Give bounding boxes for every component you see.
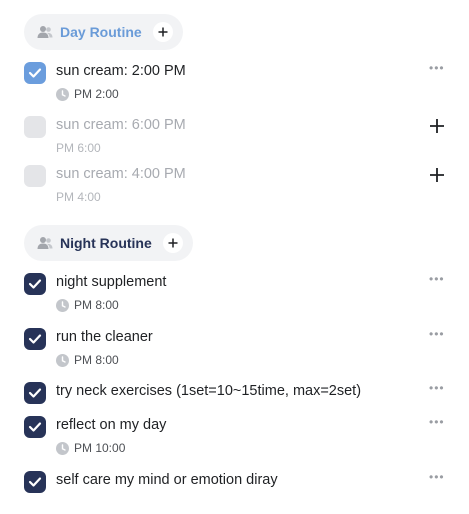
task-time-label: PM 10:00 xyxy=(74,441,126,455)
check-icon xyxy=(28,279,42,289)
task-time-label: PM 8:00 xyxy=(74,298,119,312)
task-checkbox[interactable] xyxy=(24,273,46,295)
task-checkbox[interactable] xyxy=(24,471,46,493)
night-routine-title: Night Routine xyxy=(60,235,152,251)
more-icon[interactable]: ••• xyxy=(429,273,445,285)
task-row: run the cleaner PM 8:00 ••• xyxy=(24,328,445,372)
more-icon[interactable]: ••• xyxy=(429,382,445,394)
task-time: PM 6:00 xyxy=(56,141,101,155)
plus-icon xyxy=(158,27,168,37)
task-title[interactable]: sun cream: 6:00 PM xyxy=(56,117,186,133)
task-row: try neck exercises (1set=10~15time, max=… xyxy=(24,382,445,406)
task-time: PM 8:00 xyxy=(56,298,119,312)
more-icon[interactable]: ••• xyxy=(429,416,445,428)
more-icon[interactable]: ••• xyxy=(429,471,445,483)
task-checkbox[interactable] xyxy=(24,416,46,438)
people-icon xyxy=(37,26,53,38)
clock-icon xyxy=(56,298,69,312)
task-time-label: PM 6:00 xyxy=(56,141,101,155)
task-title[interactable]: reflect on my day xyxy=(56,417,166,433)
task-title[interactable]: night supplement xyxy=(56,274,166,290)
people-icon xyxy=(37,237,53,249)
task-time-label: PM 8:00 xyxy=(74,353,119,367)
check-icon xyxy=(28,334,42,344)
task-title[interactable]: sun cream: 2:00 PM xyxy=(56,63,186,79)
task-time-label: PM 4:00 xyxy=(56,190,101,204)
check-icon xyxy=(28,422,42,432)
task-row: sun cream: 6:00 PM PM 6:00 xyxy=(24,116,445,160)
task-time: PM 10:00 xyxy=(56,441,125,455)
plus-icon xyxy=(168,238,178,248)
task-row: sun cream: 4:00 PM PM 4:00 xyxy=(24,165,445,209)
check-icon xyxy=(28,477,42,487)
more-icon[interactable]: ••• xyxy=(429,62,445,74)
task-title[interactable]: sun cream: 4:00 PM xyxy=(56,166,186,182)
task-time: PM 4:00 xyxy=(56,190,101,204)
task-title[interactable]: self care my mind or emotion diray xyxy=(56,472,278,488)
clock-icon xyxy=(56,353,69,367)
clock-icon xyxy=(56,87,69,101)
day-routine-chip[interactable]: Day Routine xyxy=(24,14,183,50)
task-title[interactable]: try neck exercises (1set=10~15time, max=… xyxy=(56,383,361,399)
task-row: sun cream: 2:00 PM PM 2:00 ••• xyxy=(24,62,445,106)
task-time-label: PM 2:00 xyxy=(74,87,119,101)
check-icon xyxy=(28,68,42,78)
more-icon[interactable]: ••• xyxy=(429,328,445,340)
task-checkbox[interactable] xyxy=(24,116,46,138)
task-title[interactable]: run the cleaner xyxy=(56,329,153,345)
add-night-task-button[interactable] xyxy=(162,233,183,253)
check-icon xyxy=(28,388,42,398)
task-checkbox[interactable] xyxy=(24,62,46,84)
night-routine-chip[interactable]: Night Routine xyxy=(24,225,193,261)
task-time: PM 2:00 xyxy=(56,87,119,101)
day-routine-title: Day Routine xyxy=(60,24,142,40)
task-checkbox[interactable] xyxy=(24,382,46,404)
task-checkbox[interactable] xyxy=(24,165,46,187)
clock-icon xyxy=(56,441,69,455)
task-row: night supplement PM 8:00 ••• xyxy=(24,273,445,317)
add-day-task-button[interactable] xyxy=(152,22,173,42)
plus-icon[interactable] xyxy=(429,167,445,183)
task-row: self care my mind or emotion diray ••• xyxy=(24,471,445,495)
task-checkbox[interactable] xyxy=(24,328,46,350)
task-row: reflect on my day PM 10:00 ••• xyxy=(24,416,445,460)
task-time: PM 8:00 xyxy=(56,353,119,367)
plus-icon[interactable] xyxy=(429,118,445,134)
